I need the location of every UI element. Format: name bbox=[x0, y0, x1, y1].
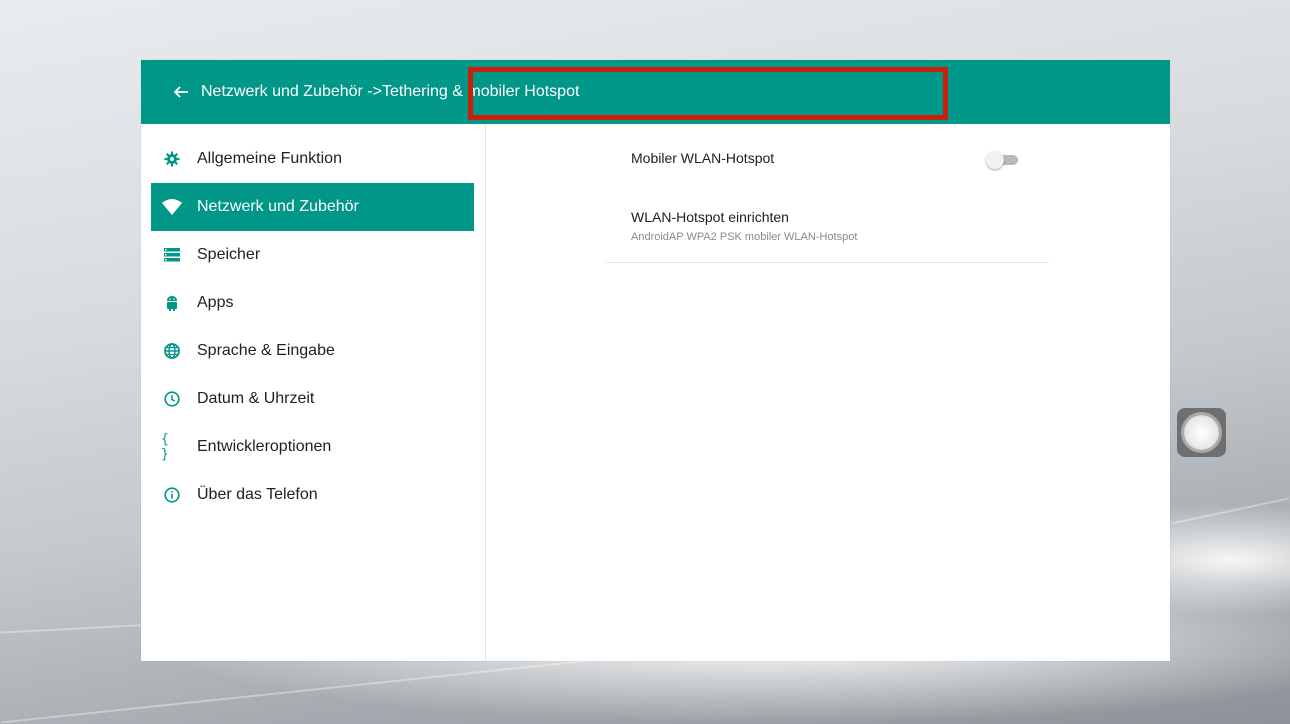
sidebar-item-label: Über das Telefon bbox=[197, 486, 318, 503]
android-icon bbox=[161, 292, 183, 314]
assistive-touch-icon bbox=[1184, 415, 1219, 450]
storage-icon bbox=[161, 244, 183, 266]
toggle-thumb bbox=[986, 151, 1004, 169]
sidebar-item-speicher[interactable]: Speicher bbox=[151, 231, 474, 279]
info-icon bbox=[161, 484, 183, 506]
page-title: Netzwerk und Zubehör ->Tethering & mobil… bbox=[201, 83, 580, 100]
content-pane: Mobiler WLAN-Hotspot WLAN-Hotspot einric… bbox=[486, 124, 1170, 661]
sidebar: Allgemeine Funktion Netzwerk und Zubehör bbox=[141, 124, 486, 661]
background-streak bbox=[1171, 497, 1289, 525]
hotspot-setup-title: WLAN-Hotspot einrichten bbox=[631, 209, 789, 225]
sidebar-item-netzwerk-und-zubehoer[interactable]: Netzwerk und Zubehör bbox=[151, 183, 474, 231]
background-streak bbox=[1, 658, 599, 724]
sidebar-item-allgemeine-funktion[interactable]: Allgemeine Funktion bbox=[151, 135, 474, 183]
gear-icon bbox=[161, 148, 183, 170]
globe-icon bbox=[161, 340, 183, 362]
hotspot-toggle[interactable] bbox=[986, 151, 1020, 169]
sidebar-item-label: Allgemeine Funktion bbox=[197, 150, 342, 167]
wifi-icon bbox=[161, 196, 183, 218]
sidebar-item-label: Entwickleroptionen bbox=[197, 438, 332, 455]
sidebar-item-label: Netzwerk und Zubehör bbox=[197, 198, 359, 215]
sidebar-item-label: Sprache & Eingabe bbox=[197, 342, 335, 359]
hotspot-setup-subtitle: AndroidAP WPA2 PSK mobiler WLAN-Hotspot bbox=[631, 231, 858, 243]
sidebar-item-entwickleroptionen[interactable]: { } Entwickleroptionen bbox=[151, 423, 474, 471]
sidebar-item-datum-uhrzeit[interactable]: Datum & Uhrzeit bbox=[151, 375, 474, 423]
back-button[interactable] bbox=[163, 74, 199, 110]
settings-window: Netzwerk und Zubehör ->Tethering & mobil… bbox=[141, 60, 1170, 661]
sidebar-item-label: Speicher bbox=[197, 246, 261, 263]
clock-icon bbox=[161, 388, 183, 410]
sidebar-item-apps[interactable]: Apps bbox=[151, 279, 474, 327]
sidebar-item-label: Apps bbox=[197, 294, 234, 311]
title-bar: Netzwerk und Zubehör ->Tethering & mobil… bbox=[141, 60, 1170, 124]
hotspot-setup-row[interactable]: WLAN-Hotspot einrichten AndroidAP WPA2 P… bbox=[606, 198, 1049, 263]
hotspot-row[interactable]: Mobiler WLAN-Hotspot bbox=[611, 134, 1051, 182]
braces-icon: { } bbox=[161, 432, 169, 462]
sidebar-item-sprache-eingabe[interactable]: Sprache & Eingabe bbox=[151, 327, 474, 375]
hotspot-label: Mobiler WLAN-Hotspot bbox=[631, 150, 775, 166]
sidebar-item-ueber-das-telefon[interactable]: Über das Telefon bbox=[151, 471, 474, 519]
assistive-touch-button[interactable] bbox=[1177, 408, 1226, 457]
arrow-left-icon bbox=[173, 86, 188, 98]
sidebar-item-label: Datum & Uhrzeit bbox=[197, 390, 315, 407]
